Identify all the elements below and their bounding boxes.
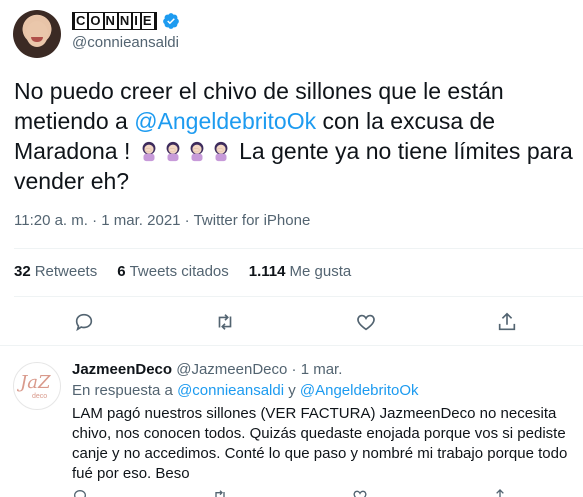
avatar-face — [26, 21, 48, 47]
woman-facepalming-emoji-icon — [214, 141, 228, 162]
reply-header: JazmeenDeco @JazmeenDeco · 1 mar. — [72, 361, 342, 378]
like-button[interactable] — [352, 308, 380, 336]
reply-avatar-logo: JaZ — [20, 372, 51, 393]
display-name[interactable]: CONNIE — [72, 12, 157, 30]
replying-mention-link[interactable]: @AngeldebritoOk — [300, 382, 419, 399]
woman-facepalming-emoji-icon — [142, 141, 156, 162]
divider — [14, 248, 583, 249]
tweet-meta: 11:20 a. m. · 1 mar. 2021 · Twitter for … — [14, 212, 310, 229]
name-letter: C — [75, 13, 88, 29]
author-name-row[interactable]: CONNIE — [72, 12, 180, 30]
woman-facepalming-emoji-icon — [190, 141, 204, 162]
reply-date[interactable]: 1 mar. — [301, 361, 343, 378]
retweets-count: 32 — [14, 263, 31, 280]
heart-icon — [353, 490, 367, 497]
reply-author-name[interactable]: JazmeenDeco — [72, 361, 172, 378]
name-letter: N — [104, 13, 117, 29]
retweet-button[interactable] — [211, 308, 239, 336]
tweet-date[interactable]: 1 mar. 2021 — [101, 212, 180, 229]
retweets-label: Retweets — [34, 263, 98, 280]
reply-reply-button[interactable] — [72, 488, 88, 497]
tweet-actions — [0, 308, 583, 338]
reply-icon — [73, 489, 87, 497]
replying-to: En respuesta a @connieansaldi y @Angelde… — [72, 382, 419, 399]
reply-author-handle[interactable]: @JazmeenDeco — [176, 361, 287, 378]
reply-share-button[interactable] — [492, 488, 508, 497]
reply-button[interactable] — [70, 308, 98, 336]
reply-text: LAM pagó nuestros sillones (VER FACTURA)… — [72, 405, 568, 482]
meta-separator: · — [180, 212, 194, 229]
verified-badge-icon — [162, 13, 179, 29]
woman-facepalming-emoji-icon — [166, 141, 180, 162]
heart-icon — [357, 314, 375, 331]
share-icon — [496, 489, 504, 497]
name-letter: O — [89, 13, 103, 29]
tweet-source[interactable]: Twitter for iPhone — [194, 212, 311, 229]
divider — [14, 296, 583, 297]
quotes-stat[interactable]: 6 Tweets citados — [117, 263, 229, 280]
retweets-stat[interactable]: 32 Retweets — [14, 263, 97, 280]
meta-separator: · — [87, 212, 102, 229]
reply-retweet-button[interactable] — [212, 488, 228, 497]
reply-separator: · — [287, 361, 301, 378]
avatar[interactable] — [13, 10, 61, 58]
divider — [0, 345, 583, 346]
tweet-time[interactable]: 11:20 a. m. — [14, 212, 88, 229]
likes-count: 1.114 — [248, 263, 286, 280]
replying-mention-link[interactable]: @connieansaldi — [177, 382, 284, 399]
mention-link[interactable]: @AngeldebritoOk — [134, 108, 316, 134]
quotes-label: Tweets citados — [129, 263, 229, 280]
likes-stat[interactable]: 1.114 Me gusta — [249, 263, 351, 280]
name-letter: N — [118, 13, 132, 29]
reply-avatar-logo-sub: deco — [32, 393, 48, 400]
name-letter: I — [133, 13, 140, 29]
retweet-icon — [218, 314, 232, 330]
share-icon — [498, 312, 516, 331]
reply-like-button[interactable] — [352, 488, 368, 497]
reply-icon — [75, 313, 93, 332]
tweet-text: No puedo creer el chivo de sillones que … — [14, 76, 574, 196]
name-letter: E — [141, 13, 154, 29]
likes-label: Me gusta — [289, 263, 352, 280]
author-handle[interactable]: @connieansaldi — [72, 34, 179, 51]
retweet-icon — [215, 490, 225, 497]
share-button[interactable] — [493, 308, 521, 336]
reply-avatar[interactable]: JaZ deco — [13, 362, 61, 410]
tweet-stats: 32 Retweets 6 Tweets citados 1.114 Me gusta — [14, 263, 351, 280]
quotes-count: 6 — [117, 263, 126, 280]
replying-and: y — [284, 382, 300, 399]
replying-prefix: En respuesta a — [72, 382, 178, 399]
reply-actions — [72, 488, 552, 497]
